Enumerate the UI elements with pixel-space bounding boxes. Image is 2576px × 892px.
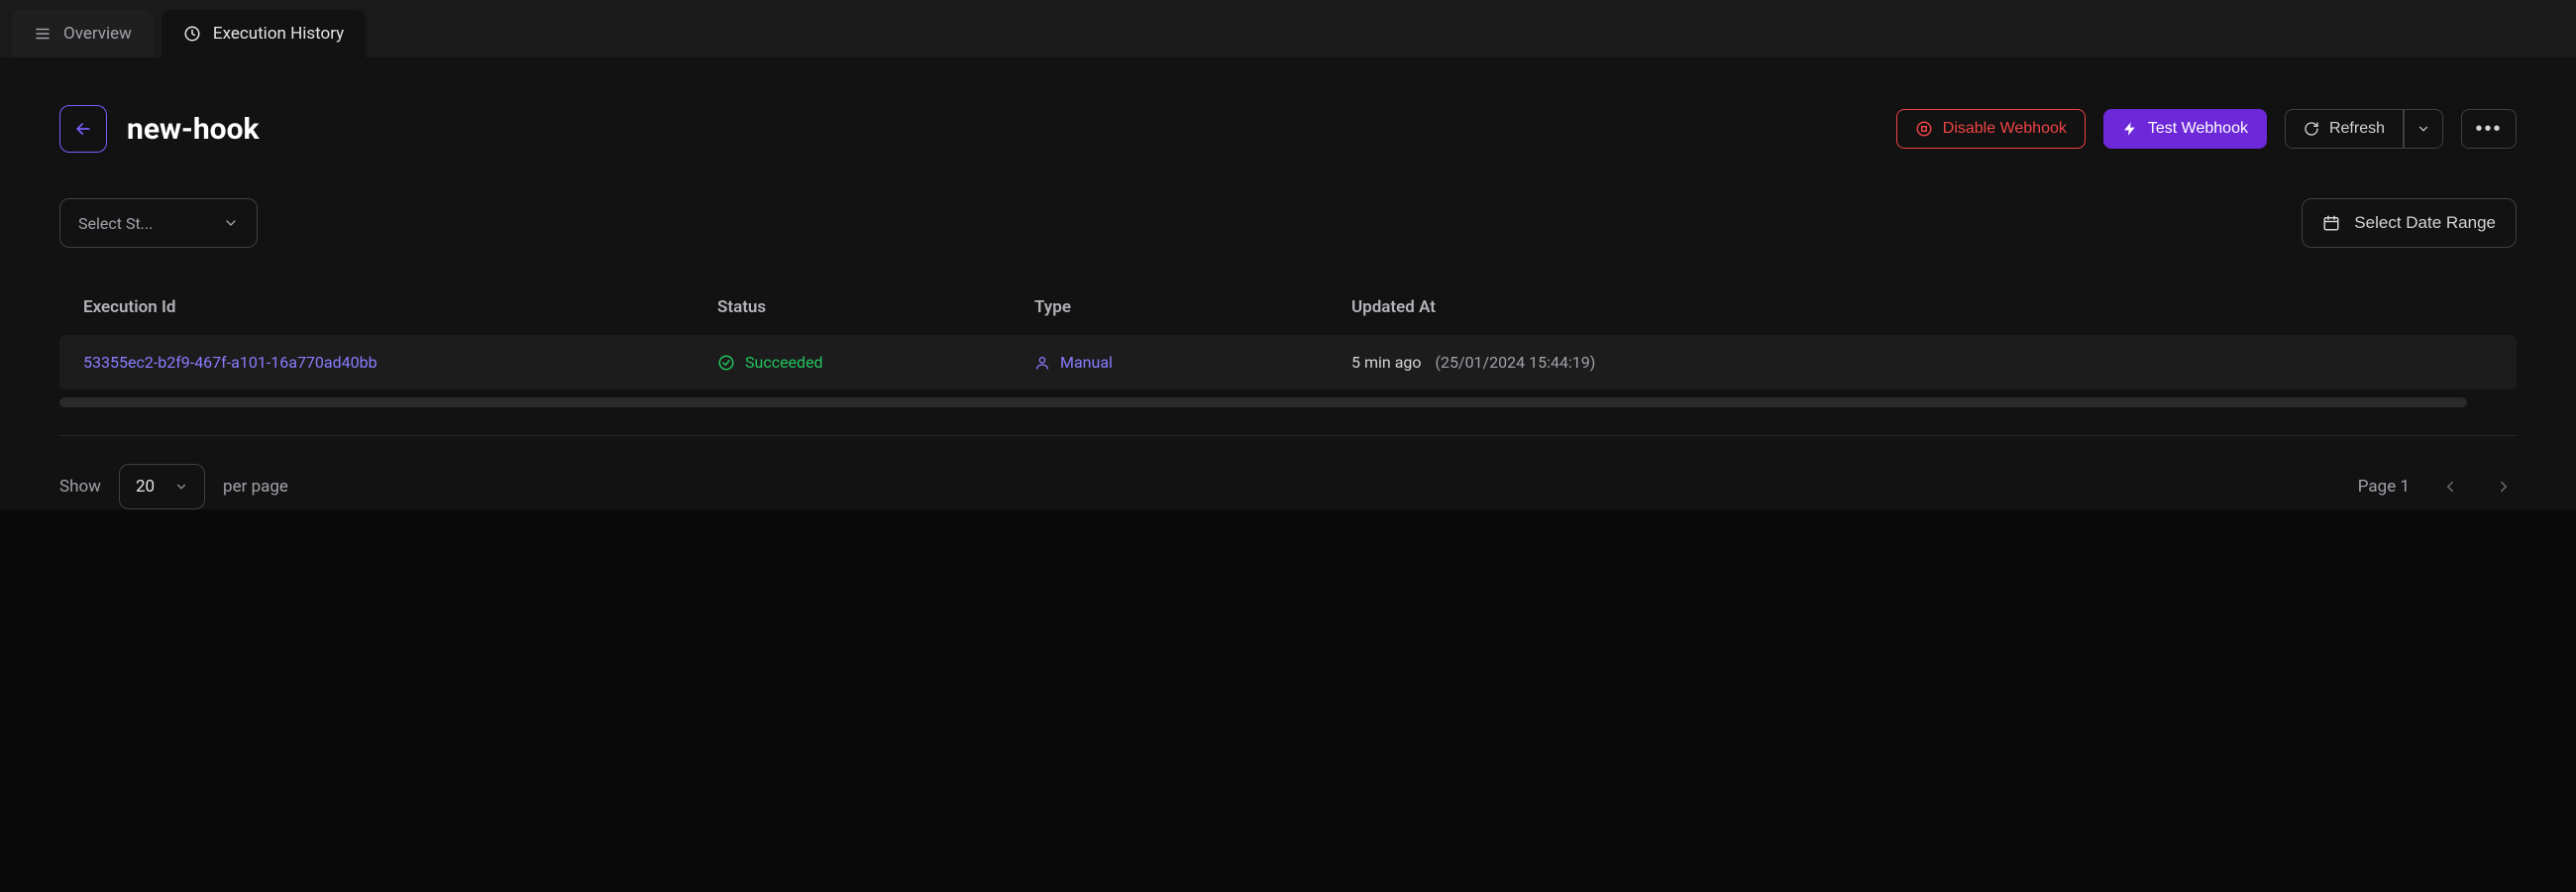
arrow-left-icon [73, 119, 93, 139]
test-webhook-button[interactable]: Test Webhook [2103, 109, 2267, 149]
user-icon [1034, 355, 1050, 371]
tab-overview[interactable]: Overview [12, 10, 154, 57]
tab-overview-label: Overview [63, 24, 132, 44]
chevron-down-icon [174, 480, 188, 494]
status-filter-select[interactable]: Select St... [59, 198, 258, 248]
status-filter-label: Select St... [78, 214, 153, 233]
test-webhook-label: Test Webhook [2148, 120, 2248, 138]
prev-page-button[interactable] [2437, 474, 2463, 500]
updated-relative: 5 min ago [1351, 353, 1422, 372]
tab-execution-history[interactable]: Execution History [161, 10, 366, 57]
type-cell: Manual [1034, 353, 1351, 372]
refresh-icon [2304, 121, 2319, 137]
disable-webhook-button[interactable]: Disable Webhook [1896, 109, 2086, 149]
chevron-down-icon [2416, 122, 2430, 136]
page-size-select[interactable]: 20 [119, 464, 205, 509]
chevron-left-icon [2441, 478, 2459, 496]
page-size-value: 20 [136, 477, 155, 497]
chevron-right-icon [2495, 478, 2513, 496]
dots-icon: ••• [2475, 118, 2502, 141]
back-button[interactable] [59, 105, 107, 153]
check-circle-icon [717, 354, 735, 372]
list-icon [34, 25, 52, 43]
show-label: Show [59, 477, 101, 497]
clock-icon [183, 25, 201, 43]
updated-at-cell: 5 min ago (25/01/2024 15:44:19) [1351, 353, 2493, 372]
refresh-label: Refresh [2329, 120, 2385, 138]
status-badge: Succeeded [717, 353, 1034, 372]
execution-id-link[interactable]: 53355ec2-b2f9-467f-a101-16a770ad40bb [83, 353, 377, 372]
refresh-dropdown-button[interactable] [2404, 109, 2443, 149]
updated-absolute: (25/01/2024 15:44:19) [1436, 353, 1596, 372]
date-range-button[interactable]: Select Date Range [2302, 198, 2517, 248]
more-actions-button[interactable]: ••• [2461, 109, 2517, 149]
table-row[interactable]: 53355ec2-b2f9-467f-a101-16a770ad40bb Suc… [59, 335, 2517, 390]
status-text: Succeeded [745, 353, 823, 372]
refresh-button[interactable]: Refresh [2285, 109, 2404, 149]
column-header-type: Type [1034, 297, 1351, 317]
horizontal-scrollbar[interactable] [59, 397, 2467, 407]
divider [59, 435, 2517, 436]
tab-history-label: Execution History [213, 24, 344, 44]
column-header-updated: Updated At [1351, 297, 2493, 317]
bolt-icon [2122, 121, 2138, 137]
column-header-id: Execution Id [83, 297, 717, 317]
stop-icon [1915, 120, 1933, 138]
calendar-icon [2322, 214, 2340, 232]
next-page-button[interactable] [2491, 474, 2517, 500]
per-page-label: per page [223, 477, 288, 497]
page-title: new-hook [127, 112, 260, 147]
column-header-status: Status [717, 297, 1034, 317]
chevron-down-icon [223, 215, 239, 231]
page-indicator: Page 1 [2358, 477, 2410, 497]
type-text: Manual [1060, 353, 1113, 372]
date-range-label: Select Date Range [2354, 213, 2496, 233]
disable-webhook-label: Disable Webhook [1943, 120, 2067, 138]
